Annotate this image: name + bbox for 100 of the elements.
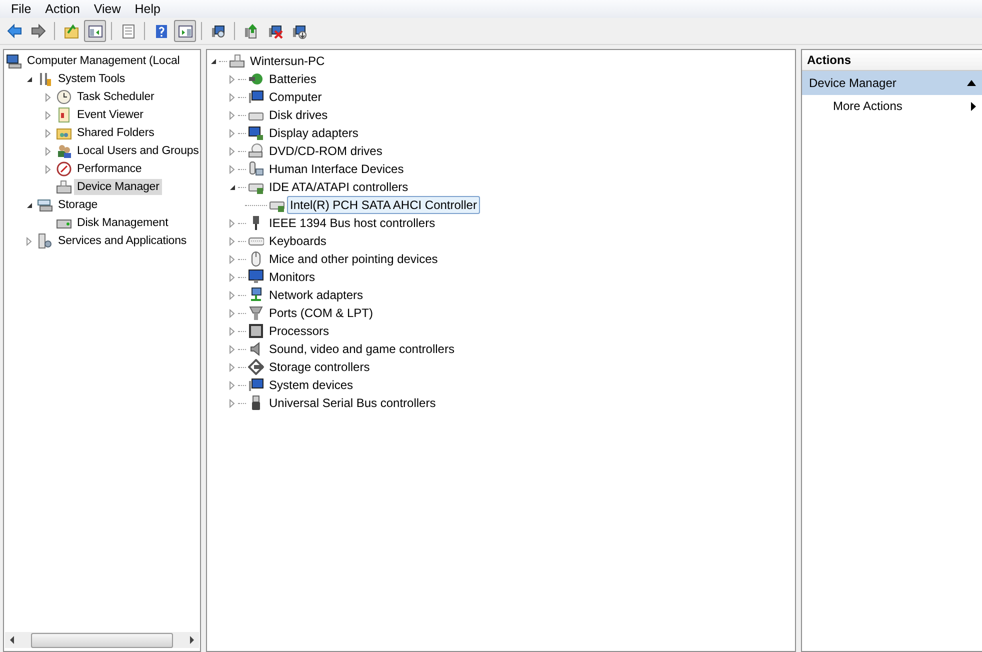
tree-item[interactable]: Storage xyxy=(55,197,101,213)
tree-item[interactable]: Mice and other pointing devices xyxy=(266,250,441,268)
users-icon xyxy=(56,143,72,159)
expand-icon[interactable] xyxy=(26,236,32,246)
scroll-left-icon[interactable] xyxy=(8,635,16,645)
tree-item[interactable]: System devices xyxy=(266,376,356,394)
menu-item[interactable]: Action xyxy=(38,2,87,16)
tree-item[interactable]: Wintersun-PC xyxy=(247,52,328,70)
server-icon xyxy=(37,233,53,249)
forward-arrow-icon xyxy=(30,22,46,40)
expand-icon[interactable] xyxy=(229,74,235,84)
expand-icon[interactable] xyxy=(229,92,235,102)
scrollbar-thumb[interactable] xyxy=(31,632,173,648)
toolbar-button[interactable] xyxy=(84,20,106,42)
monitor-icon xyxy=(248,269,264,285)
expand-icon[interactable] xyxy=(45,128,51,138)
expand-icon[interactable] xyxy=(229,218,235,228)
menu-item[interactable]: File xyxy=(4,2,38,16)
folder-up-icon xyxy=(62,22,80,40)
tree-item[interactable]: Network adapters xyxy=(266,286,366,304)
tools-icon xyxy=(37,71,53,87)
tree-item[interactable]: Ports (COM & LPT) xyxy=(266,304,376,322)
uninstall-icon xyxy=(290,22,308,40)
collapse-icon[interactable] xyxy=(228,184,236,190)
storage-icon xyxy=(37,197,53,213)
menu-item[interactable]: View xyxy=(86,2,128,16)
tree-item[interactable]: Device Manager xyxy=(74,179,162,195)
network-icon xyxy=(248,287,264,303)
tree-item[interactable]: Display adapters xyxy=(266,124,362,142)
action-link[interactable]: More Actions xyxy=(833,99,902,113)
tree-item[interactable]: Batteries xyxy=(266,70,320,88)
tree-item[interactable]: Shared Folders xyxy=(74,125,158,141)
panel-icon xyxy=(86,22,104,40)
list-icon xyxy=(120,22,136,40)
submenu-arrow-icon xyxy=(971,102,976,110)
tree-item[interactable]: Computer Management (Local xyxy=(24,53,183,69)
expand-icon[interactable] xyxy=(229,326,235,336)
monitor-icon xyxy=(248,89,264,105)
expand-icon[interactable] xyxy=(229,362,235,372)
expand-icon[interactable] xyxy=(229,380,235,390)
log-icon xyxy=(56,107,72,123)
toolbar-button[interactable] xyxy=(174,20,196,42)
tree-item[interactable]: Event Viewer xyxy=(74,107,146,123)
expand-icon[interactable] xyxy=(229,290,235,300)
expand-icon[interactable] xyxy=(229,128,235,138)
expand-icon[interactable] xyxy=(229,254,235,264)
tree-item[interactable]: Monitors xyxy=(266,268,318,286)
expand-icon[interactable] xyxy=(229,146,235,156)
battery-icon xyxy=(248,71,264,87)
expand-icon[interactable] xyxy=(229,344,235,354)
clock-icon xyxy=(56,89,72,105)
tree-item[interactable]: Local Users and Groups xyxy=(74,143,200,159)
tree-item[interactable]: Sound, video and game controllers xyxy=(266,340,458,358)
tree-item[interactable]: Processors xyxy=(266,322,332,340)
tree-item[interactable]: System Tools xyxy=(55,71,128,87)
back-arrow-icon xyxy=(6,22,22,40)
device-icon xyxy=(56,179,72,195)
tree-item[interactable]: Services and Applications xyxy=(55,233,190,249)
tree-item[interactable]: Disk drives xyxy=(266,106,331,124)
tree-item[interactable]: Human Interface Devices xyxy=(266,160,407,178)
collapse-icon[interactable] xyxy=(967,80,976,86)
tree-item[interactable]: Computer xyxy=(266,88,325,106)
tree-item[interactable]: DVD/CD-ROM drives xyxy=(266,142,386,160)
tree-item[interactable]: Disk Management xyxy=(74,215,172,231)
collapse-icon[interactable] xyxy=(210,58,216,64)
update-icon xyxy=(242,22,260,40)
section-header[interactable]: Device Manager xyxy=(802,71,982,95)
expand-icon[interactable] xyxy=(229,236,235,246)
tree-item[interactable]: Performance xyxy=(74,161,145,177)
port-icon xyxy=(248,305,264,321)
tree-item[interactable]: IDE ATA/ATAPI controllers xyxy=(266,178,412,196)
collapse-icon[interactable] xyxy=(26,76,32,82)
computer-icon xyxy=(6,53,22,69)
expand-icon[interactable] xyxy=(45,92,51,102)
expand-icon[interactable] xyxy=(45,164,51,174)
computer-icon xyxy=(229,53,245,69)
scan-icon xyxy=(210,22,226,40)
horizontal-scrollbar[interactable] xyxy=(5,632,199,648)
expand-icon[interactable] xyxy=(45,110,51,120)
monitor-icon xyxy=(248,377,264,393)
disable-icon xyxy=(266,22,284,40)
expand-icon[interactable] xyxy=(229,164,235,174)
section-title: Device Manager xyxy=(809,76,896,90)
expand-icon[interactable] xyxy=(229,308,235,318)
menu-item[interactable]: Help xyxy=(128,2,168,16)
chip-icon xyxy=(248,323,264,339)
collapse-icon[interactable] xyxy=(26,202,32,208)
tree-item[interactable]: IEEE 1394 Bus host controllers xyxy=(266,214,438,232)
expand-icon[interactable] xyxy=(45,146,51,156)
hid-icon xyxy=(248,161,264,177)
tree-item[interactable]: Universal Serial Bus controllers xyxy=(266,394,439,412)
scroll-right-icon[interactable] xyxy=(188,635,196,645)
expand-icon[interactable] xyxy=(229,110,235,120)
tree-item[interactable]: Intel(R) PCH SATA AHCI Controller xyxy=(287,196,480,214)
display-adapter-icon xyxy=(248,125,264,141)
tree-item[interactable]: Keyboards xyxy=(266,232,330,250)
tree-item[interactable]: Storage controllers xyxy=(266,358,373,376)
tree-item[interactable]: Task Scheduler xyxy=(74,89,158,105)
expand-icon[interactable] xyxy=(229,272,235,282)
expand-icon[interactable] xyxy=(229,398,235,408)
